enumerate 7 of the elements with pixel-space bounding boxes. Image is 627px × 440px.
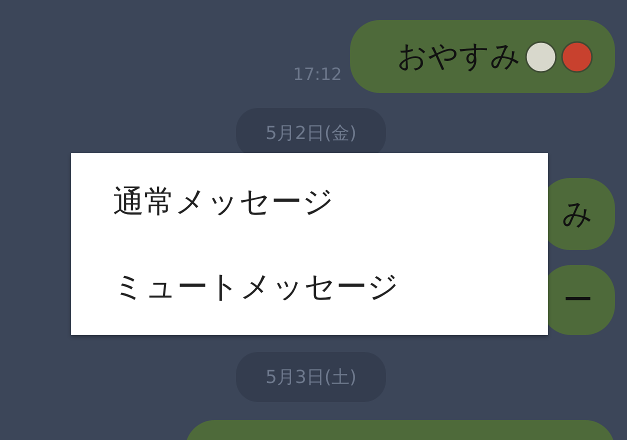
message-text: み [562, 196, 593, 234]
message-text: ー [563, 282, 593, 320]
message-bubble[interactable]: おやすみ [350, 20, 615, 93]
emoji-icon [561, 40, 593, 72]
message-text: おやすみ [397, 38, 521, 76]
date-label: 5月3日(土) [236, 352, 386, 402]
emoji-icon [525, 40, 557, 72]
